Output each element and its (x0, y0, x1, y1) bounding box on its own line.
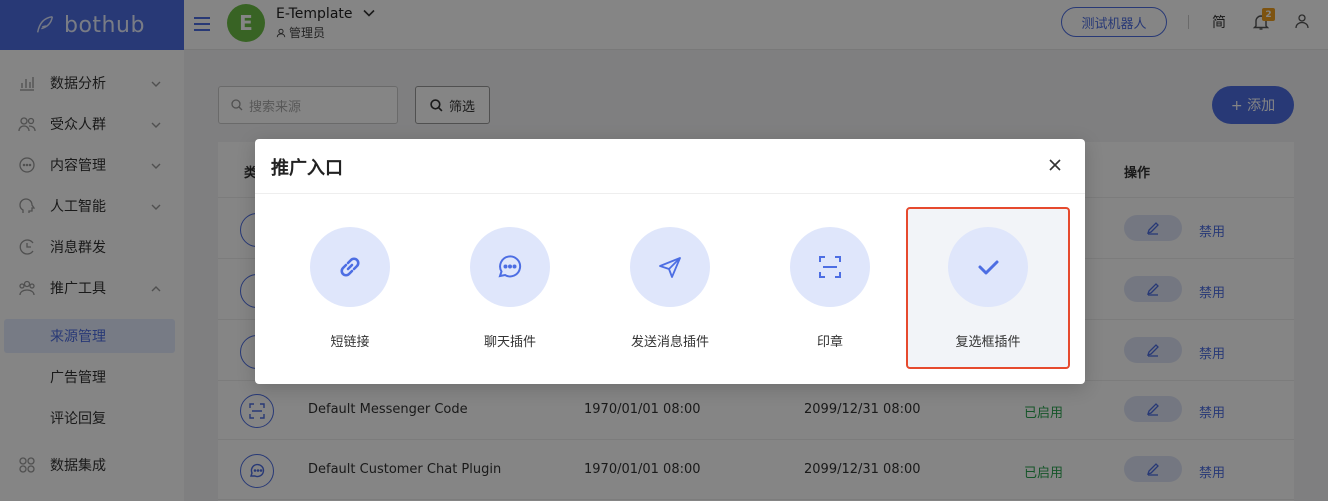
entry-icon-circle (630, 227, 710, 307)
chat-bubble-icon (498, 255, 522, 278)
entry-label: 聊天插件 (483, 335, 536, 350)
entry-icon-circle (948, 227, 1028, 307)
entry-icon-circle (790, 227, 870, 307)
entry-label: 复选框插件 (955, 335, 1021, 350)
send-icon (659, 257, 681, 278)
entry-checkbox-plugin[interactable]: 复选框插件 (906, 207, 1070, 369)
checkmark-icon (978, 260, 999, 275)
entry-icon-circle (470, 227, 550, 307)
entry-label: 印章 (816, 335, 843, 350)
modal-title: 推广入口 (271, 158, 343, 179)
entry-label: 短链接 (330, 335, 370, 350)
close-icon[interactable] (1047, 157, 1063, 173)
scan-code-icon (819, 256, 841, 278)
entry-send-message-plugin[interactable]: 发送消息插件 (588, 207, 752, 369)
entry-stamp[interactable]: 印章 (748, 207, 912, 369)
entry-chat-plugin[interactable]: 聊天插件 (428, 207, 592, 369)
entry-icon-circle (310, 227, 390, 307)
entry-short-link[interactable]: 短链接 (268, 207, 432, 369)
promotion-entry-modal: 推广入口 短链接 聊天插件 发送消息插件 印章 复选框插件 (255, 139, 1085, 384)
link-icon (340, 257, 360, 277)
entry-label: 发送消息插件 (630, 335, 709, 350)
modal-divider (255, 193, 1085, 194)
